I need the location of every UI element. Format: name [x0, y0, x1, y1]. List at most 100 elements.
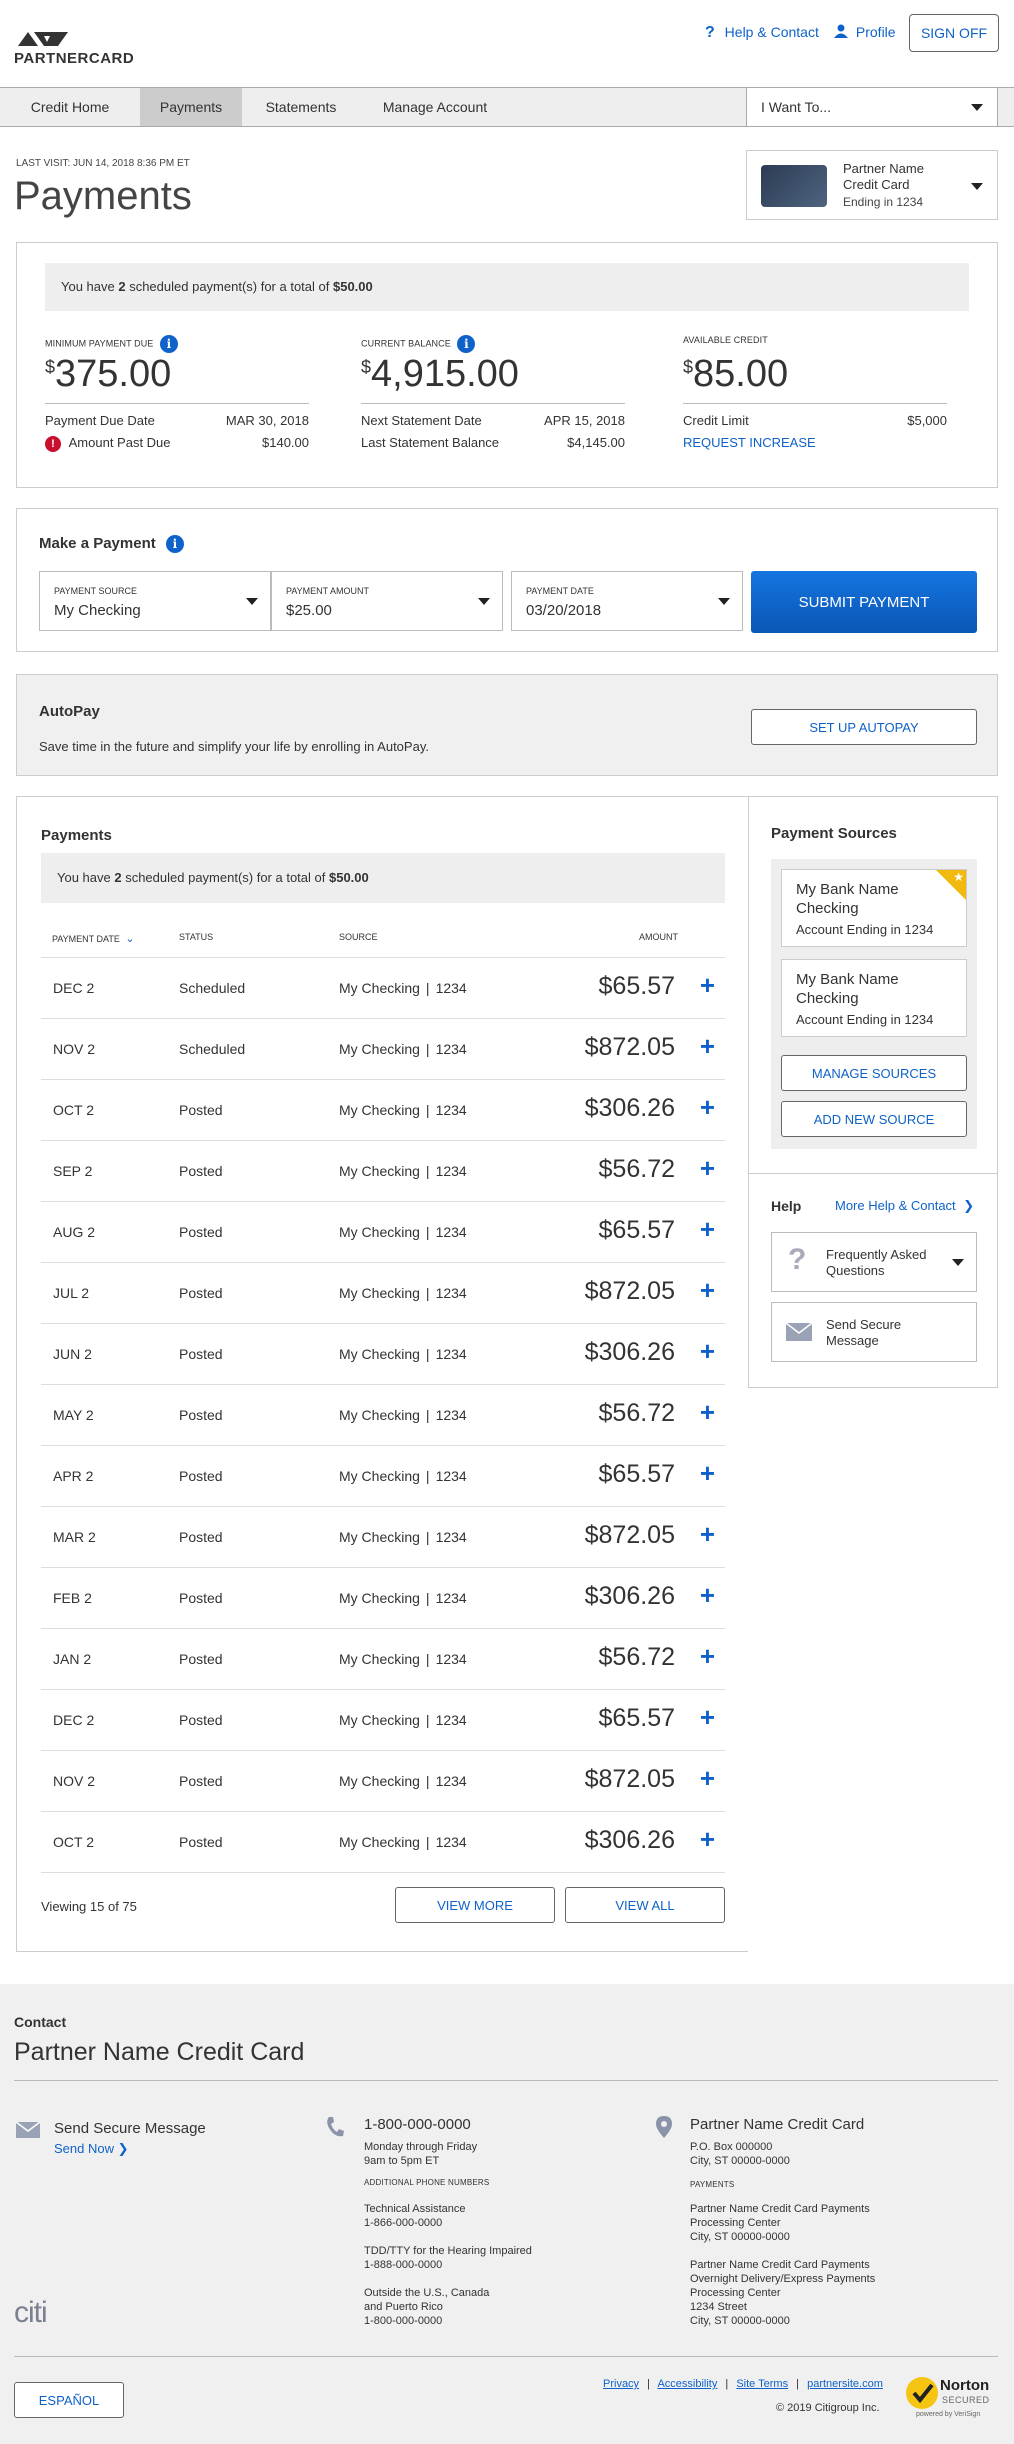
more-help-link[interactable]: More Help & Contact ❯	[835, 1198, 974, 1214]
card-selector[interactable]: Partner Name Credit Card Ending in 1234	[746, 150, 998, 220]
overnight-address-2: Overnight Delivery/Express Payments	[690, 2273, 876, 2285]
row-amount: $306.26	[584, 1094, 675, 1122]
expand-plus-icon[interactable]: +	[700, 1277, 715, 1303]
chevron-right-icon: ❯	[117, 2141, 129, 2156]
row-date: OCT 2	[53, 1102, 94, 1118]
expand-plus-icon[interactable]: +	[700, 1826, 715, 1852]
row-source: My Checking | 1234	[339, 1407, 467, 1423]
row-amount: $56.72	[598, 1399, 675, 1427]
add-new-source-button[interactable]: ADD NEW SOURCE	[781, 1101, 967, 1137]
row-source-acct: 1234	[435, 1102, 467, 1118]
outside-phone: 1-800-000-0000	[364, 2315, 443, 2327]
payment-source-card[interactable]: My Bank Name Checking Account Ending in …	[781, 869, 967, 947]
row-source-acct: 1234	[435, 1041, 467, 1057]
info-icon[interactable]: i	[165, 535, 184, 554]
view-all-button[interactable]: VIEW ALL	[565, 1887, 725, 1923]
expand-plus-icon[interactable]: +	[700, 1338, 715, 1364]
payment-sources-panel: Payment Sources My Bank Name Checking Ac…	[748, 796, 998, 1174]
outside-label-2: and Puerto Rico	[364, 2301, 443, 2313]
row-amount: $65.57	[598, 1460, 675, 1488]
request-increase-link[interactable]: REQUEST INCREASE	[683, 435, 816, 450]
card-name: Partner Name Credit Card	[843, 161, 924, 192]
expand-plus-icon[interactable]: +	[700, 1033, 715, 1059]
espanol-button[interactable]: ESPAÑOL	[14, 2382, 124, 2418]
autopay-description: Save time in the future and simplify you…	[39, 739, 429, 754]
expand-plus-icon[interactable]: +	[700, 1643, 715, 1669]
send-now-link[interactable]: Send Now ❯	[54, 2142, 129, 2156]
payment-sources-list: My Bank Name Checking Account Ending in …	[771, 859, 977, 1149]
row-date: OCT 2	[53, 1834, 94, 1850]
payment-amount-value: $25.00	[286, 602, 332, 619]
send-message-button[interactable]: Send Secure Message	[771, 1302, 977, 1362]
sign-off-button[interactable]: SIGN OFF	[909, 14, 999, 52]
separator: |	[425, 980, 430, 996]
faq-dropdown[interactable]: ? Frequently Asked Questions	[771, 1232, 977, 1292]
row-source: My Checking | 1234	[339, 1834, 467, 1850]
past-due-value: $140.00	[262, 435, 309, 450]
info-icon[interactable]: i	[457, 335, 476, 353]
divider	[14, 2080, 998, 2081]
payment-date-select[interactable]: PAYMENT DATE 03/20/2018	[511, 571, 743, 631]
row-date: NOV 2	[53, 1773, 96, 1789]
overnight-address-5: City, ST 00000-0000	[690, 2315, 790, 2327]
help-contact-link[interactable]: ? Help & Contact	[705, 24, 819, 42]
i-want-to-dropdown[interactable]: I Want To...	[746, 88, 998, 126]
payment-amount-select[interactable]: PAYMENT AMOUNT $25.00	[271, 571, 503, 631]
privacy-link[interactable]: Privacy	[603, 2378, 639, 2390]
expand-plus-icon[interactable]: +	[700, 1399, 715, 1425]
partnersite-link[interactable]: partnersite.com	[807, 2378, 883, 2390]
norton-secured: SECURED	[942, 2395, 990, 2405]
expand-plus-icon[interactable]: +	[700, 972, 715, 998]
nav-payments[interactable]: Payments	[140, 88, 242, 126]
address-title: Partner Name Credit Card	[690, 2116, 865, 2133]
due-date-label: Payment Due Date	[45, 413, 155, 428]
footer: Contact Partner Name Credit Card Send Se…	[0, 1984, 1014, 2444]
col-header-date[interactable]: PAYMENT DATE ⌄	[52, 932, 135, 945]
row-source-acct: 1234	[435, 1773, 467, 1789]
row-date: APR 2	[53, 1468, 94, 1484]
payment-date-value: 03/20/2018	[526, 602, 602, 619]
set-up-autopay-button[interactable]: SET UP AUTOPAY	[751, 709, 977, 745]
expand-plus-icon[interactable]: +	[700, 1521, 715, 1547]
manage-sources-button[interactable]: MANAGE SOURCES	[781, 1055, 967, 1091]
expand-plus-icon[interactable]: +	[700, 1155, 715, 1181]
payment-source-card[interactable]: My Bank Name Checking Account Ending in …	[781, 959, 967, 1037]
expand-plus-icon[interactable]: +	[700, 1094, 715, 1120]
sort-chevron-icon: ⌄	[125, 933, 135, 945]
table-row: DEC 2 Posted My Checking | 1234 $65.57 +	[41, 1690, 725, 1751]
row-status: Posted	[179, 1285, 223, 1301]
site-terms-link[interactable]: Site Terms	[736, 2378, 788, 2390]
header: PARTNERCARD ? Help & Contact Profile SIG…	[0, 0, 1014, 86]
norton-secured-badge: Norton SECURED powered by VeriSign	[904, 2371, 1000, 2423]
phone-main[interactable]: 1-800-000-0000	[364, 2116, 471, 2133]
row-source-acct: 1234	[435, 1346, 467, 1362]
row-date: MAY 2	[53, 1407, 94, 1423]
accessibility-link[interactable]: Accessibility	[657, 2378, 717, 2390]
pay-address-3: City, ST 00000-0000	[690, 2231, 790, 2243]
nav-statements[interactable]: Statements	[242, 88, 360, 126]
card-ending: Ending in 1234	[843, 195, 924, 209]
separator: |	[425, 1163, 430, 1179]
expand-plus-icon[interactable]: +	[700, 1582, 715, 1608]
expand-plus-icon[interactable]: +	[700, 1216, 715, 1242]
profile-link[interactable]: Profile	[834, 24, 896, 40]
nav-credit-home[interactable]: Credit Home	[0, 88, 140, 126]
col-header-date-label: PAYMENT DATE	[52, 934, 120, 944]
payment-source-select[interactable]: PAYMENT SOURCE My Checking	[39, 571, 271, 631]
info-icon[interactable]: i	[160, 335, 179, 353]
payment-source-label: PAYMENT SOURCE	[54, 586, 138, 596]
tdd-label: TDD/TTY for the Hearing Impaired	[364, 2245, 532, 2257]
expand-plus-icon[interactable]: +	[700, 1704, 715, 1730]
view-more-button[interactable]: VIEW MORE	[395, 1887, 555, 1923]
nav-manage-account[interactable]: Manage Account	[360, 88, 510, 126]
row-source-acct: 1234	[435, 1468, 467, 1484]
row-date: FEB 2	[53, 1590, 92, 1606]
payments-address-label: PAYMENTS	[690, 2180, 735, 2189]
expand-plus-icon[interactable]: +	[700, 1765, 715, 1791]
expand-plus-icon[interactable]: +	[700, 1460, 715, 1486]
table-row: AUG 2 Posted My Checking | 1234 $65.57 +	[41, 1202, 725, 1263]
i-want-to-label: I Want To...	[761, 99, 832, 115]
separator: |	[425, 1224, 430, 1240]
submit-payment-button[interactable]: SUBMIT PAYMENT	[751, 571, 977, 633]
copyright: © 2019 Citigroup Inc.	[776, 2402, 880, 2414]
